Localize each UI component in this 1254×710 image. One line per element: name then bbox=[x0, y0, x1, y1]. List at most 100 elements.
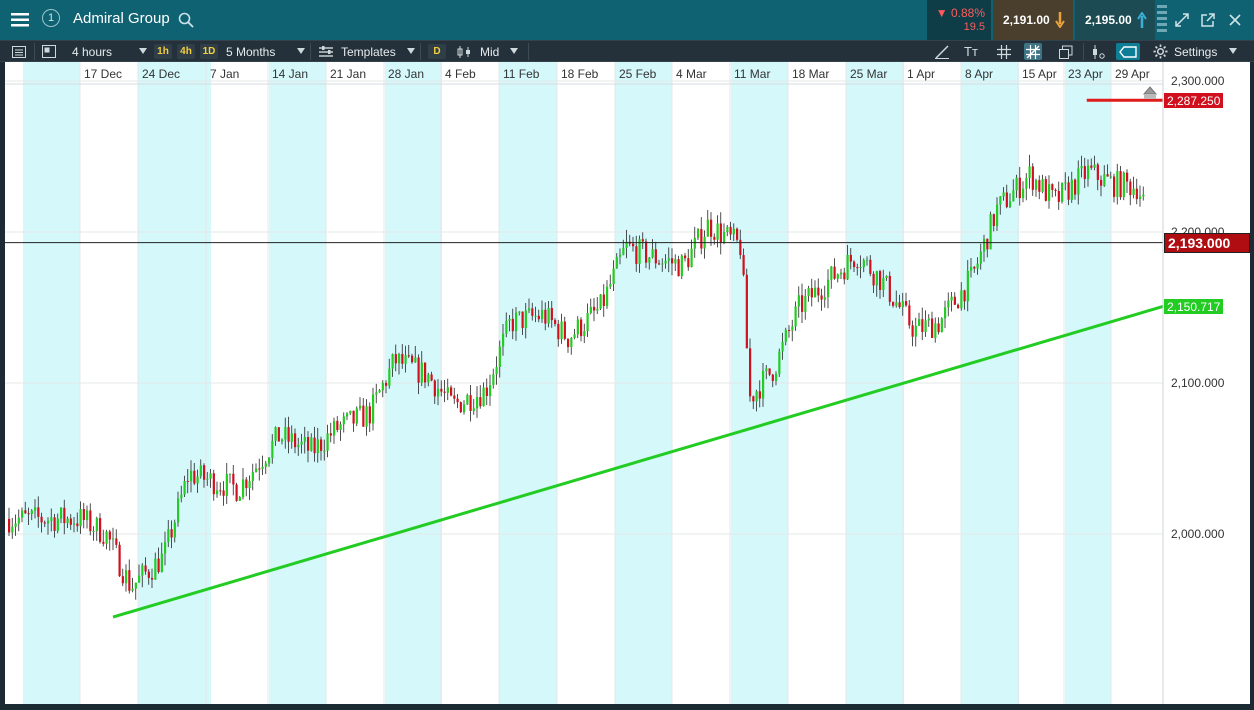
indicator-button[interactable] bbox=[1089, 43, 1107, 60]
x-tick-label: 28 Jan bbox=[388, 67, 424, 81]
interval-1h-button[interactable]: 1h bbox=[154, 44, 172, 59]
candle-body bbox=[1012, 190, 1015, 202]
candle-body bbox=[118, 544, 121, 577]
candle-body bbox=[82, 509, 85, 520]
candle-body bbox=[381, 382, 384, 391]
templates-label: Templates bbox=[341, 44, 396, 59]
range-select[interactable]: 5 Months bbox=[226, 41, 275, 62]
settings-caret-icon[interactable] bbox=[1229, 48, 1237, 54]
depth-bars-icon bbox=[1157, 5, 1167, 32]
candle-body bbox=[814, 287, 817, 298]
candle-body bbox=[537, 315, 540, 320]
price-tag-toggle-button[interactable] bbox=[1116, 43, 1140, 60]
candle-body bbox=[196, 476, 199, 484]
candle-body bbox=[1132, 188, 1135, 196]
candle-body bbox=[76, 523, 79, 527]
price-type-button[interactable] bbox=[456, 43, 474, 60]
candle-body bbox=[274, 427, 277, 441]
candle-body bbox=[385, 382, 388, 386]
candle-body bbox=[661, 263, 664, 265]
candle-body bbox=[167, 529, 170, 543]
candle-body bbox=[92, 530, 95, 532]
templates-select[interactable]: Templates bbox=[341, 41, 396, 62]
chart-list-button[interactable] bbox=[10, 43, 28, 60]
candle-body bbox=[859, 267, 862, 269]
candle-body bbox=[875, 271, 878, 286]
candle-body bbox=[654, 249, 657, 264]
candlestick-chart[interactable]: 17 Dec 24 Dec 7 Jan 14 Jan 21 Jan 28 Jan 4 Feb… bbox=[5, 62, 1250, 704]
expand-window-button[interactable] bbox=[1169, 0, 1195, 40]
x-tick-label: 29 Apr bbox=[1115, 67, 1150, 81]
chart-toolbar: 4 hours 1h 4h 1D 5 Months Templates D Mi… bbox=[0, 40, 1254, 62]
candle-body bbox=[677, 259, 680, 277]
candle-body bbox=[508, 318, 511, 321]
x-tick-label: 21 Jan bbox=[330, 67, 366, 81]
candle-body bbox=[1113, 176, 1116, 197]
candle-body bbox=[238, 497, 241, 501]
workspace-number: 1 bbox=[47, 12, 55, 24]
candle-body bbox=[375, 392, 378, 395]
templates-caret-icon[interactable] bbox=[407, 48, 415, 54]
candle-body bbox=[771, 374, 774, 381]
templates-button[interactable] bbox=[317, 43, 335, 60]
interval-4h-button[interactable]: 4h bbox=[177, 44, 195, 59]
candle-body bbox=[141, 565, 144, 576]
candle-body bbox=[560, 321, 563, 340]
candle-body bbox=[417, 357, 420, 383]
x-tick-label: 11 Feb bbox=[503, 67, 540, 81]
layout-button[interactable] bbox=[40, 43, 58, 60]
candle-body bbox=[232, 473, 235, 485]
range-caret-icon[interactable] bbox=[297, 48, 305, 54]
price-type-caret-icon[interactable] bbox=[510, 48, 518, 54]
candle-body bbox=[281, 439, 284, 442]
candle-body bbox=[1100, 179, 1103, 186]
candle-body bbox=[1048, 184, 1051, 201]
candle-body bbox=[359, 405, 362, 409]
candle-body bbox=[888, 275, 891, 302]
price-type-select[interactable]: Mid bbox=[480, 41, 499, 62]
price-chart[interactable]: 17 Dec 24 Dec 7 Jan 14 Jan 21 Jan 28 Jan 4 Feb… bbox=[5, 62, 1250, 704]
candle-body bbox=[947, 300, 950, 308]
text-tool-button[interactable]: Tт bbox=[962, 43, 980, 60]
candle-body bbox=[924, 320, 927, 333]
candle-body bbox=[8, 518, 11, 533]
candle-body bbox=[73, 523, 76, 525]
settings-button[interactable]: Settings bbox=[1174, 41, 1217, 62]
hamburger-menu-button[interactable] bbox=[4, 4, 36, 36]
candle-body bbox=[573, 334, 576, 339]
grid-toggle-button[interactable] bbox=[995, 43, 1013, 60]
candle-body bbox=[95, 518, 98, 531]
candle-body bbox=[219, 490, 222, 492]
buy-button[interactable]: 2,195.00 bbox=[1075, 0, 1155, 40]
interval-1d-button[interactable]: 1D bbox=[200, 44, 218, 59]
candle-body bbox=[615, 256, 618, 269]
candle-body bbox=[784, 329, 787, 342]
workspace-number-badge[interactable]: 1 bbox=[42, 9, 60, 27]
candle-body bbox=[453, 395, 456, 399]
close-window-button[interactable] bbox=[1222, 0, 1248, 40]
sell-button[interactable]: 2,191.00 bbox=[993, 0, 1073, 40]
draw-line-button[interactable] bbox=[933, 43, 951, 60]
interval-caret-icon[interactable] bbox=[139, 48, 147, 54]
draw-mode-button[interactable]: D bbox=[428, 44, 446, 59]
candle-body bbox=[833, 266, 836, 279]
candle-body bbox=[193, 470, 196, 484]
candle-body bbox=[862, 260, 865, 268]
candle-body bbox=[898, 302, 901, 308]
crosshair-toggle-button[interactable] bbox=[1024, 43, 1042, 60]
settings-gear-button[interactable] bbox=[1151, 43, 1169, 60]
candle-body bbox=[372, 394, 375, 424]
candle-body bbox=[765, 368, 768, 372]
gear-icon bbox=[1152, 44, 1168, 59]
candle-body bbox=[300, 441, 303, 445]
copy-chart-button[interactable] bbox=[1057, 43, 1075, 60]
candle-body bbox=[414, 357, 417, 363]
candle-body bbox=[849, 254, 852, 262]
x-tick-label: 14 Jan bbox=[272, 67, 308, 81]
candle-body bbox=[550, 307, 553, 321]
candle-body bbox=[547, 307, 550, 324]
search-icon[interactable] bbox=[178, 12, 194, 28]
interval-select[interactable]: 4 hours bbox=[72, 41, 112, 62]
candle-body bbox=[160, 553, 163, 573]
popout-window-button[interactable] bbox=[1195, 0, 1221, 40]
